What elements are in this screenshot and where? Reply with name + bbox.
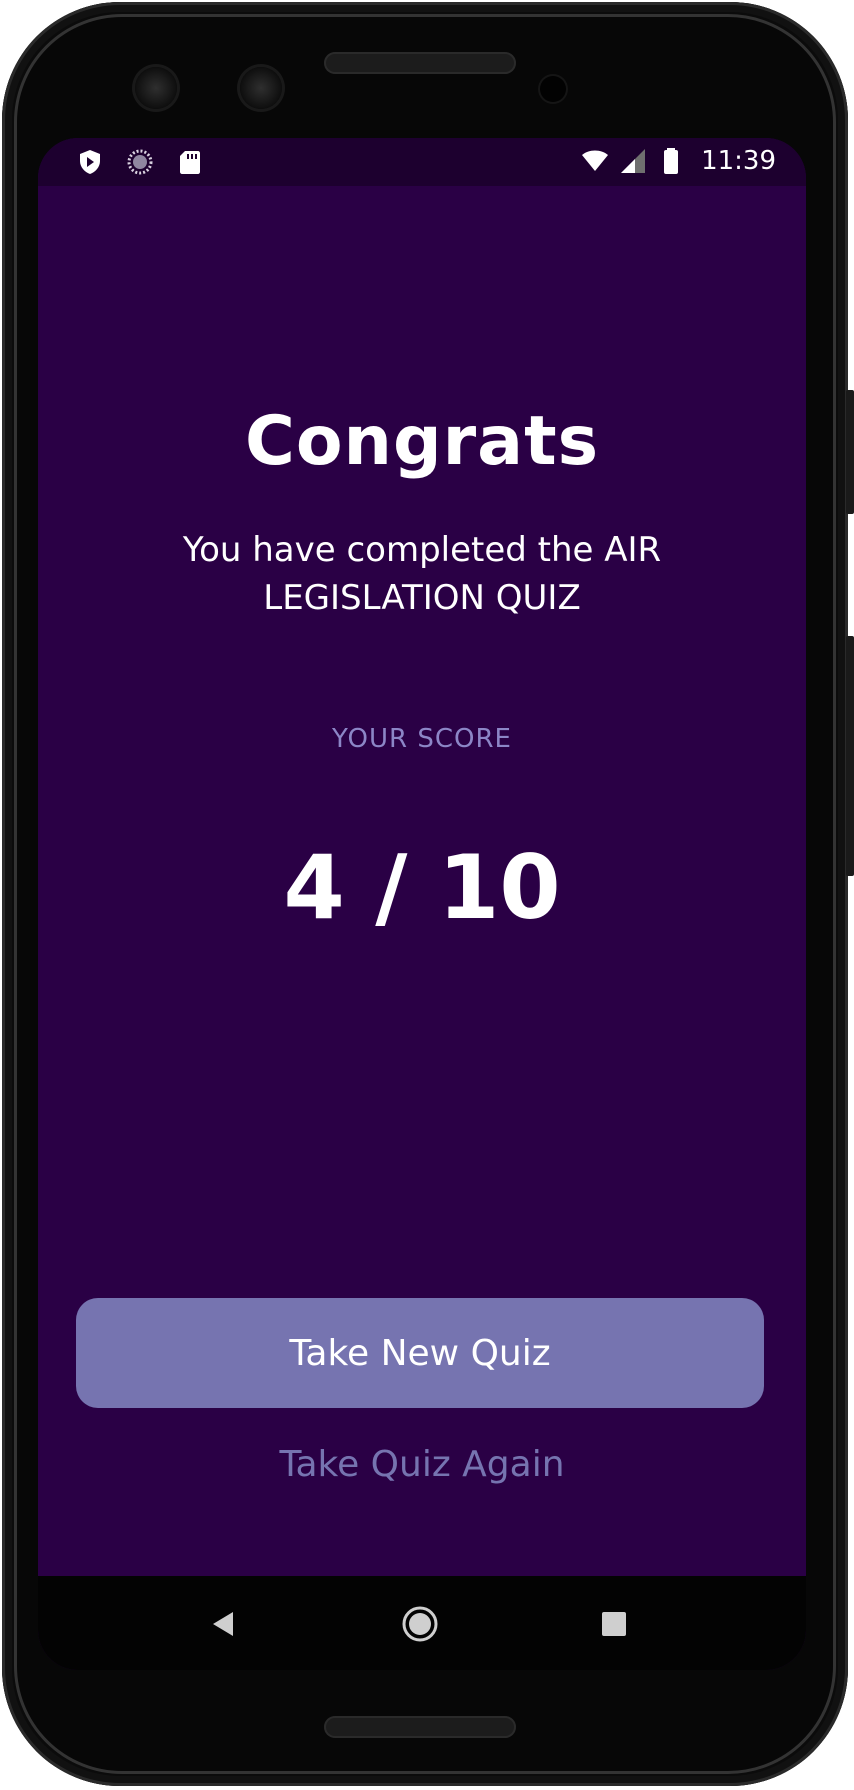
completion-message: You have completed the AIR LEGISLATION Q… — [182, 530, 662, 618]
play-protect-icon — [80, 150, 100, 174]
volume-button — [846, 636, 854, 876]
earpiece-speaker — [324, 52, 516, 74]
status-left-icons — [76, 148, 204, 176]
signal-icon — [621, 149, 646, 173]
sync-circle-icon — [127, 149, 153, 175]
power-button — [846, 390, 854, 514]
status-time: 11:39 — [701, 146, 776, 176]
battery-icon — [664, 148, 679, 174]
back-icon — [213, 1612, 233, 1636]
back-button[interactable] — [200, 1600, 248, 1648]
status-right-icons: 11:39 — [581, 146, 776, 176]
front-camera-icon — [240, 67, 282, 109]
take-new-quiz-button[interactable]: Take New Quiz — [76, 1298, 764, 1408]
recents-icon — [602, 1612, 626, 1636]
bottom-speaker — [324, 1716, 516, 1738]
home-icon — [402, 1606, 438, 1642]
page-title: Congrats — [244, 402, 600, 481]
status-bar: 11:39 — [38, 138, 806, 186]
recents-button[interactable] — [590, 1600, 638, 1648]
front-camera-icon — [135, 67, 177, 109]
wifi-icon — [582, 150, 609, 171]
screen: 11:39 Congrats You have completed the AI… — [38, 138, 806, 1670]
score-label: YOUR SCORE — [332, 724, 512, 754]
sd-card-icon — [180, 151, 200, 174]
home-button[interactable] — [396, 1600, 444, 1648]
proximity-sensor — [540, 76, 566, 102]
score-value: 4 / 10 — [283, 836, 561, 939]
results-screen: Congrats You have completed the AIR LEGI… — [38, 186, 806, 1576]
navigation-bar — [38, 1576, 806, 1670]
take-quiz-again-button[interactable]: Take Quiz Again — [38, 1434, 806, 1494]
